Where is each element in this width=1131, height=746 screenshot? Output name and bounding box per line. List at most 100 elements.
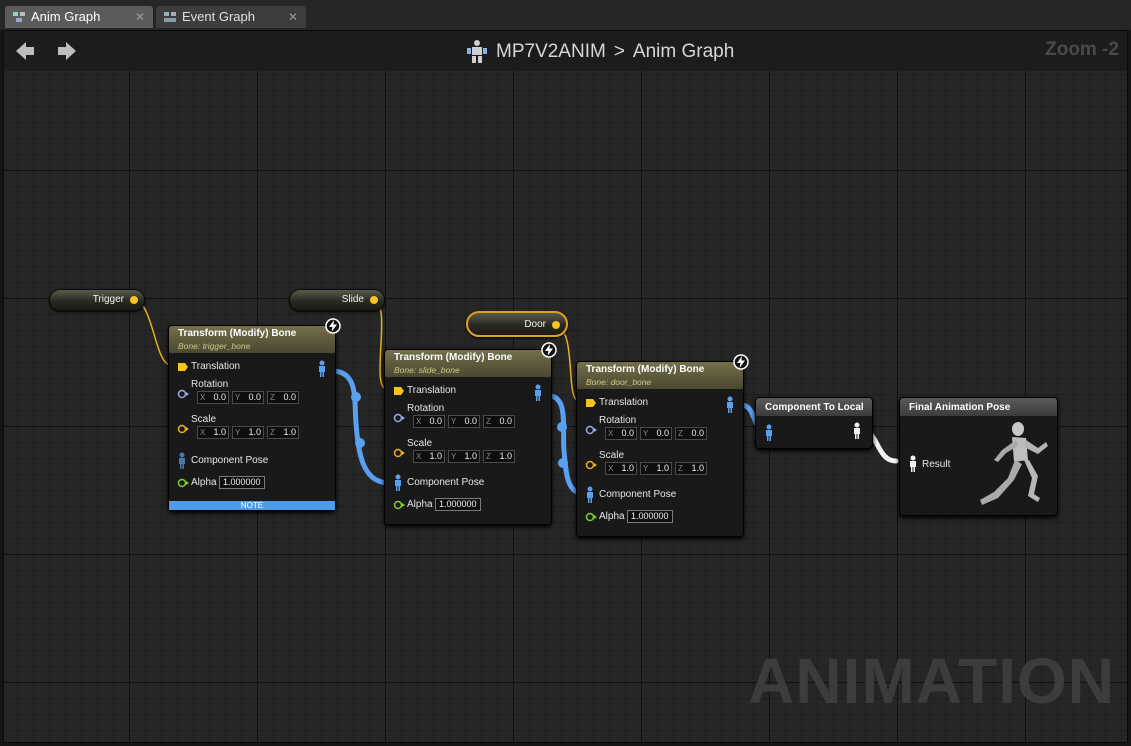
translation-input-pin[interactable] bbox=[177, 362, 189, 372]
variable-slide[interactable]: Slide bbox=[289, 289, 385, 311]
rotation-x-field[interactable]: X 0.0 bbox=[605, 427, 637, 440]
field-value: 0.0 bbox=[464, 416, 477, 426]
axis-label: Y bbox=[235, 428, 241, 437]
alpha-input-pin[interactable] bbox=[177, 478, 189, 488]
field-value: 0.0 bbox=[499, 416, 512, 426]
translation-input-pin[interactable] bbox=[585, 398, 597, 408]
rotation-x-field[interactable]: X 0.0 bbox=[413, 415, 445, 428]
variable-trigger[interactable]: Trigger bbox=[49, 289, 145, 311]
node-title: Final Animation Pose bbox=[909, 402, 1011, 413]
component-pose-label: Component Pose bbox=[599, 489, 677, 500]
transform-modify-bone-node[interactable]: Transform (Modify) Bone Bone: trigger_bon… bbox=[168, 318, 341, 511]
variable-label: Trigger bbox=[92, 294, 124, 305]
alpha-input-pin[interactable] bbox=[393, 500, 405, 510]
rotation-z-field[interactable]: Z 0.0 bbox=[483, 415, 515, 428]
scale-x-field[interactable]: X 1.0 bbox=[413, 450, 445, 463]
node-title: Component To Local bbox=[765, 402, 864, 413]
alpha-field[interactable]: 1.000000 bbox=[435, 498, 481, 511]
transform-modify-bone-node[interactable]: Transform (Modify) Bone Bone: slide_bone T… bbox=[384, 342, 557, 525]
tab-bar: Anim Graph ✕ Event Graph ✕ bbox=[0, 0, 1131, 30]
float-output-pin[interactable] bbox=[552, 321, 560, 329]
float-output-pin[interactable] bbox=[130, 296, 138, 304]
rotation-y-field[interactable]: Y 0.0 bbox=[448, 415, 480, 428]
scale-y-field[interactable]: Y 1.0 bbox=[640, 462, 672, 475]
scale-z-field[interactable]: Z 1.0 bbox=[675, 462, 707, 475]
variable-door[interactable]: Door bbox=[466, 311, 568, 337]
tab-event-graph[interactable]: Event Graph ✕ bbox=[156, 6, 306, 28]
field-value: 1.0 bbox=[691, 463, 704, 473]
translation-input-pin[interactable] bbox=[393, 386, 405, 396]
rotation-y-field[interactable]: Y 0.0 bbox=[232, 391, 264, 404]
axis-label: Z bbox=[486, 417, 491, 426]
scale-input-pin[interactable] bbox=[177, 424, 189, 434]
close-icon[interactable]: ✕ bbox=[288, 6, 298, 28]
alpha-field[interactable]: 1.000000 bbox=[219, 476, 265, 489]
component-pose-input-pin[interactable] bbox=[177, 452, 187, 470]
rotation-y-field[interactable]: Y 0.0 bbox=[640, 427, 672, 440]
tab-anim-graph[interactable]: Anim Graph ✕ bbox=[5, 6, 153, 28]
scale-x-field[interactable]: X 1.0 bbox=[197, 426, 229, 439]
result-input-pin[interactable] bbox=[908, 455, 918, 473]
pose-output-pin[interactable] bbox=[852, 422, 862, 440]
axis-label: Y bbox=[235, 393, 241, 402]
wire-knot bbox=[558, 458, 568, 468]
breadcrumb-graph[interactable]: Anim Graph bbox=[633, 41, 734, 63]
scale-y-field[interactable]: Y 1.0 bbox=[232, 426, 264, 439]
field-value: 0.0 bbox=[621, 428, 634, 438]
graph-canvas[interactable]: MP7V2ANIM > Anim Graph Zoom -2 Trigger S… bbox=[3, 30, 1128, 743]
axis-label: X bbox=[608, 429, 614, 438]
field-value: 1.0 bbox=[213, 427, 226, 437]
scale-z-field[interactable]: Z 1.0 bbox=[267, 426, 299, 439]
float-output-pin[interactable] bbox=[370, 296, 378, 304]
fast-path-bolt-icon bbox=[733, 354, 749, 370]
rotation-z-field[interactable]: Z 0.0 bbox=[675, 427, 707, 440]
rotation-input-pin[interactable] bbox=[177, 389, 189, 399]
axis-label: Y bbox=[451, 417, 457, 426]
final-animation-pose-node[interactable]: Final Animation Pose Result bbox=[899, 397, 1058, 516]
note-bar[interactable]: NOTE bbox=[169, 501, 335, 510]
pose-input-pin[interactable] bbox=[764, 424, 774, 442]
scale-input-pin[interactable] bbox=[393, 448, 405, 458]
component-pose-input-pin[interactable] bbox=[393, 474, 403, 492]
bone-name: Bone: trigger_bone bbox=[178, 341, 251, 351]
breadcrumb-asset[interactable]: MP7V2ANIM bbox=[496, 41, 606, 63]
node-title: Transform (Modify) Bone bbox=[586, 364, 705, 375]
rotation-label: Rotation bbox=[191, 379, 229, 390]
bone-name: Bone: slide_bone bbox=[394, 365, 460, 375]
rotation-z-field[interactable]: Z 0.0 bbox=[267, 391, 299, 404]
wire-knot bbox=[355, 438, 365, 448]
scale-z-field[interactable]: Z 1.0 bbox=[483, 450, 515, 463]
transform-modify-bone-node[interactable]: Transform (Modify) Bone Bone: door_bone Tr… bbox=[576, 354, 749, 537]
rotation-x-field[interactable]: X 0.0 bbox=[197, 391, 229, 404]
breadcrumb-separator: > bbox=[613, 41, 625, 62]
forward-arrow-icon[interactable] bbox=[54, 39, 80, 63]
field-value: 1.0 bbox=[499, 451, 512, 461]
rotation-label: Rotation bbox=[407, 403, 445, 414]
close-icon[interactable]: ✕ bbox=[135, 6, 145, 28]
back-arrow-icon[interactable] bbox=[12, 39, 38, 63]
pose-output-pin[interactable] bbox=[533, 384, 543, 402]
running-mannequin-icon bbox=[980, 422, 1048, 505]
alpha-input-pin[interactable] bbox=[585, 512, 597, 522]
pose-output-pin[interactable] bbox=[725, 396, 735, 414]
bone-name: Bone: door_bone bbox=[586, 377, 652, 387]
rotation-label: Rotation bbox=[599, 415, 637, 426]
alpha-label: Alpha bbox=[191, 477, 217, 488]
scale-y-field[interactable]: Y 1.0 bbox=[448, 450, 480, 463]
wire-knot bbox=[351, 392, 361, 402]
rotation-input-pin[interactable] bbox=[393, 413, 405, 423]
component-pose-input-pin[interactable] bbox=[585, 486, 595, 504]
component-to-local-node[interactable]: Component To Local bbox=[755, 397, 873, 449]
alpha-label: Alpha bbox=[599, 511, 625, 522]
axis-label: X bbox=[200, 393, 206, 402]
field-value: 0.0 bbox=[656, 428, 669, 438]
scale-x-field[interactable]: X 1.0 bbox=[605, 462, 637, 475]
field-value: 1.0 bbox=[464, 451, 477, 461]
alpha-field[interactable]: 1.000000 bbox=[627, 510, 673, 523]
axis-label: X bbox=[608, 464, 614, 473]
pose-output-pin[interactable] bbox=[317, 360, 327, 378]
rotation-input-pin[interactable] bbox=[585, 425, 597, 435]
fast-path-bolt-icon bbox=[541, 342, 557, 358]
node-title: Transform (Modify) Bone bbox=[394, 352, 513, 363]
scale-input-pin[interactable] bbox=[585, 460, 597, 470]
